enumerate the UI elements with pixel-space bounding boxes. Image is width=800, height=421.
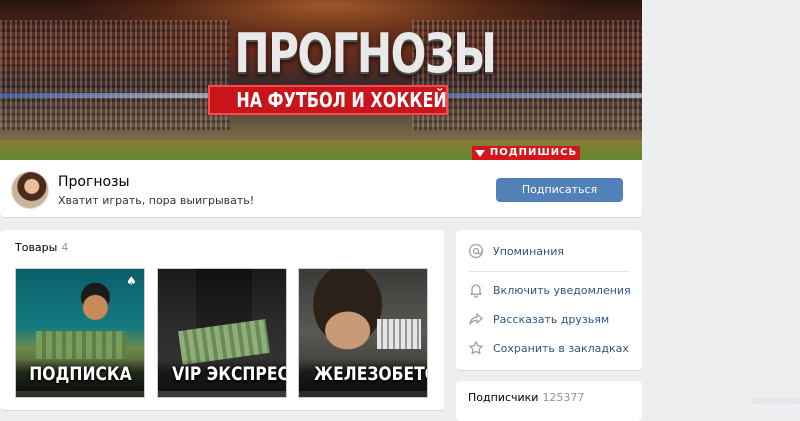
product-label: ПОДПИСКА xyxy=(16,363,144,385)
spade-icon: ♠ xyxy=(126,274,137,288)
menu-item-share[interactable]: Рассказать друзьям xyxy=(468,309,609,329)
product-label: ЖЕЛЕЗОБЕТОН xyxy=(299,363,427,385)
followers-title: Подписчики xyxy=(468,391,539,404)
product-card-zhelezobeton[interactable]: ЖЕЛЕЗОБЕТОН xyxy=(298,268,428,398)
menu-item-label: Включить уведомления xyxy=(493,283,631,297)
menu-item-notifications[interactable]: Включить уведомления xyxy=(468,280,631,300)
star-icon xyxy=(468,340,484,356)
goods-title: Товары xyxy=(15,241,58,254)
page-title: Прогнозы xyxy=(58,174,130,190)
cover-title: ПРОГНОЗЫ xyxy=(234,22,496,85)
share-arrow-icon xyxy=(468,311,484,327)
menu-item-mentions[interactable]: Упоминания xyxy=(468,241,564,261)
product-label-text: ПОДПИСКА xyxy=(28,363,132,385)
menu-item-label: Упоминания xyxy=(493,244,564,258)
money-stack xyxy=(36,331,126,359)
cover-subscribe-text: ПОДПИШИСЬ xyxy=(489,147,578,158)
goods-block: Товары4 ♠ ПОДПИСКА VIP ЭКСПРЕСС ЖЕЛЕЗОБЕ… xyxy=(0,230,444,410)
menu-divider xyxy=(468,271,630,272)
background-bottles xyxy=(377,319,421,349)
followers-count: 125377 xyxy=(542,391,585,404)
at-sign-icon xyxy=(468,243,484,259)
page-status: Хватит играть, пора выигрывать! xyxy=(58,194,255,207)
menu-item-label: Рассказать друзьям xyxy=(493,312,610,326)
triangle-down-icon xyxy=(474,149,485,157)
group-header-card: ПРОГНОЗЫ НА ФУТБОЛ И ХОККЕЙ ПОДПИШИСЬ Пр… xyxy=(0,0,642,217)
product-label: VIP ЭКСПРЕСС xyxy=(158,363,286,385)
subscribe-button[interactable]: Подписаться xyxy=(496,178,623,202)
cover-subscribe-banner[interactable]: ПОДПИШИСЬ xyxy=(472,146,580,160)
actions-menu: Упоминания Включить уведомления Рассказа… xyxy=(456,230,642,370)
cover-image[interactable]: ПРОГНОЗЫ НА ФУТБОЛ И ХОККЕЙ ПОДПИШИСЬ xyxy=(0,0,642,160)
goods-header[interactable]: Товары 4 xyxy=(15,241,68,254)
product-label-text: VIP ЭКСПРЕСС xyxy=(172,363,286,385)
goods-count: 4 xyxy=(61,241,69,254)
menu-item-bookmarks[interactable]: Сохранить в закладках xyxy=(468,338,629,358)
cover-subtitle: НА ФУТБОЛ И ХОККЕЙ xyxy=(208,85,448,115)
avatar[interactable] xyxy=(11,171,49,209)
stadium-stands-left xyxy=(0,20,230,130)
followers-header[interactable]: Подписчики 125377 xyxy=(468,391,584,404)
cover-subtitle-text: НА ФУТБОЛ И ХОККЕЙ xyxy=(236,88,447,112)
bell-icon xyxy=(468,282,484,298)
product-card-subscription[interactable]: ♠ ПОДПИСКА xyxy=(15,268,145,398)
followers-block: Подписчики 125377 xyxy=(456,381,642,421)
scroll-edge-tab xyxy=(752,398,800,404)
product-card-vip-express[interactable]: VIP ЭКСПРЕСС xyxy=(157,268,287,398)
menu-item-label: Сохранить в закладках xyxy=(493,341,629,355)
product-label-text: ЖЕЛЕЗОБЕТОН xyxy=(314,363,427,385)
